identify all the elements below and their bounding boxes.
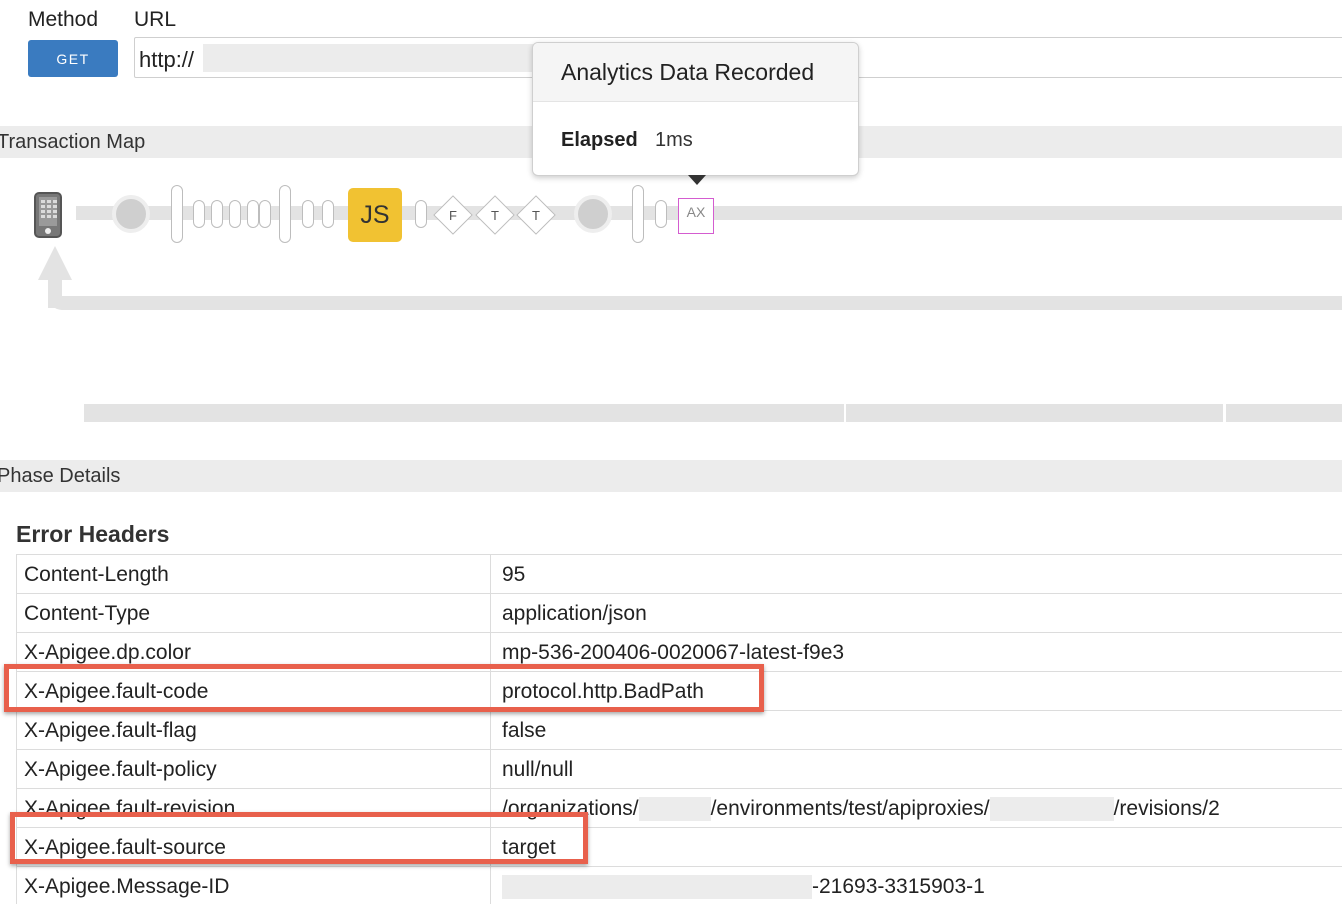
flow-pill[interactable] <box>247 200 259 228</box>
flow-pill[interactable] <box>322 200 334 228</box>
header-value: null/null <box>502 758 574 781</box>
analytics-popover: Analytics Data Recorded Elapsed 1ms <box>532 42 859 176</box>
redacted-url <box>203 44 533 72</box>
header-name: X-Apigee.fault-policy <box>24 758 217 781</box>
header-name: Content-Type <box>24 602 151 625</box>
header-name: X-Apigee.Message-ID <box>24 875 230 898</box>
flow-pill[interactable] <box>229 200 241 228</box>
method-label: Method <box>28 8 99 31</box>
table-row: Content-Type application/json <box>16 593 1342 632</box>
timeline-segment[interactable] <box>846 404 1223 422</box>
header-value: mp-536-200406-0020067-latest-f9e3 <box>502 641 845 664</box>
flow-pill[interactable] <box>211 200 223 228</box>
header-name: X-Apigee.fault-flag <box>24 719 197 742</box>
url-label: URL <box>134 8 177 31</box>
highlight-fault-code <box>4 664 764 712</box>
phase-details-title: Phase Details <box>0 464 121 487</box>
flow-node-circle[interactable] <box>112 195 150 233</box>
header-value: -21693-3315903-1 <box>502 875 985 900</box>
header-name: X-Apigee.dp.color <box>24 641 191 664</box>
error-headers-title: Error Headers <box>16 521 170 547</box>
header-value: 95 <box>502 563 526 586</box>
popover-title: Analytics Data Recorded <box>561 59 815 85</box>
timeline-segment[interactable] <box>84 404 844 422</box>
flow-pill-tall[interactable] <box>171 185 183 243</box>
transaction-map-title: Transaction Map <box>0 130 146 153</box>
table-row: X-Apigee.fault-flag false <box>16 710 1342 749</box>
redacted-message-id <box>502 875 812 900</box>
flow-pill-tall[interactable] <box>632 185 644 243</box>
redacted-proxy <box>989 797 1114 822</box>
header-value: false <box>502 719 547 742</box>
table-row: Content-Length 95 <box>16 554 1342 593</box>
table-row: X-Apigee.Message-ID -21693-3315903-1 <box>16 866 1342 905</box>
redacted-org <box>638 797 711 822</box>
diamond-label-t: T <box>532 208 540 223</box>
flow-pill[interactable] <box>302 200 314 228</box>
return-path <box>48 296 1342 310</box>
flow-pill[interactable] <box>655 200 667 228</box>
return-arrow-icon <box>38 246 72 280</box>
diamond-label-t: T <box>491 208 499 223</box>
header-value: application/json <box>502 602 647 625</box>
mobile-device-icon[interactable] <box>34 192 62 238</box>
popover-caret-icon <box>688 175 706 185</box>
popover-elapsed-label: Elapsed <box>561 129 638 151</box>
url-text: http:// <box>139 47 195 72</box>
popover-elapsed-value: 1ms <box>655 129 693 151</box>
phase-details-header: Phase Details <box>0 460 1342 492</box>
table-row: X-Apigee.fault-policy null/null <box>16 749 1342 788</box>
header-name: Content-Length <box>24 563 169 586</box>
javascript-policy-icon[interactable]: JS <box>348 188 402 242</box>
flow-pill-tall[interactable] <box>279 185 291 243</box>
highlight-fault-source <box>10 812 588 864</box>
diamond-label-f: F <box>449 208 457 223</box>
flow-pill[interactable] <box>193 200 205 228</box>
analytics-policy-icon[interactable]: AX <box>678 198 714 234</box>
flow-node-circle[interactable] <box>574 195 612 233</box>
flow-pill[interactable] <box>259 200 271 228</box>
flow-pill[interactable] <box>415 200 427 228</box>
method-get-button[interactable]: GET <box>28 40 118 77</box>
header-value: /organizations//environments/test/apipro… <box>502 797 1220 822</box>
timeline-segment[interactable] <box>1226 404 1342 422</box>
